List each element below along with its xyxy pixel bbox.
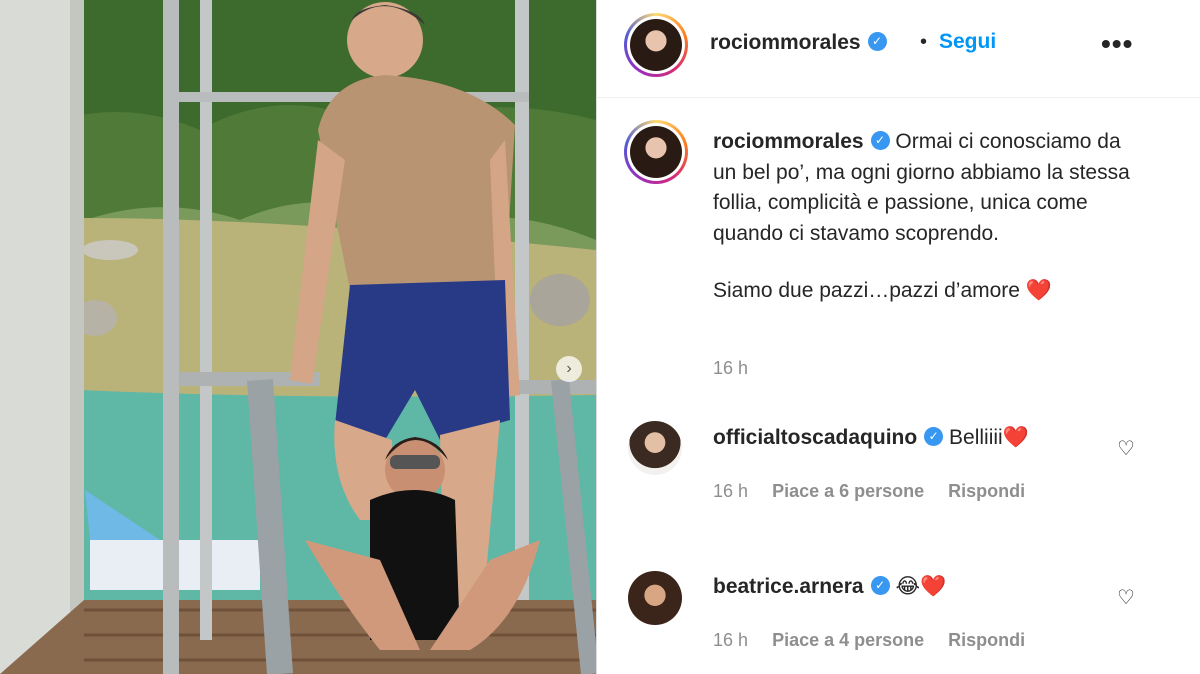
comment-meta: 16 h Piace a 6 persone Rispondi <box>713 481 1044 502</box>
post-photo[interactable]: › <box>0 0 596 674</box>
verified-badge-icon: ✓ <box>867 31 887 51</box>
comment-username[interactable]: officialtoscadaquino <box>713 426 917 449</box>
post-sidebar: rociommorales ✓ • Segui ••• rociommorales… <box>597 0 1200 674</box>
comment-likes[interactable]: Piace a 4 persone <box>772 630 924 650</box>
comment-timestamp[interactable]: 16 h <box>713 630 748 650</box>
comment-emoji: 😂❤️ <box>895 575 947 598</box>
more-options-icon[interactable]: ••• <box>1101 28 1133 60</box>
comment: beatrice.arnera ✓ 😂❤️ <box>713 574 946 599</box>
chevron-right-icon: › <box>566 360 572 377</box>
author-username-link[interactable]: rociommorales <box>710 31 861 54</box>
post-header-username[interactable]: rociommorales ✓ <box>710 31 887 55</box>
reply-button[interactable]: Rispondi <box>948 630 1025 650</box>
heart-outline-icon[interactable]: ♡ <box>1117 585 1135 610</box>
comment: officialtoscadaquino ✓ Belliiii❤️ <box>713 426 1029 450</box>
comment-likes[interactable]: Piace a 6 persone <box>772 481 924 501</box>
commenter-avatar[interactable] <box>628 571 682 625</box>
caption-username[interactable]: rociommorales <box>713 130 864 153</box>
verified-badge-icon: ✓ <box>924 426 944 446</box>
comment-meta: 16 h Piace a 4 persone Rispondi <box>713 630 1044 651</box>
post-caption: rociommorales ✓ Ormai ci conosciamo da un… <box>713 127 1143 307</box>
header-divider <box>597 97 1200 98</box>
carousel-next-icon[interactable]: › <box>556 356 582 382</box>
caption-text-2: Siamo due pazzi…pazzi d’amore <box>713 279 1020 302</box>
heart-outline-icon[interactable]: ♡ <box>1117 436 1135 461</box>
verified-badge-icon: ✓ <box>870 130 890 150</box>
author-avatar[interactable] <box>624 13 688 77</box>
caption-author-avatar[interactable] <box>624 120 688 184</box>
separator-dot: • <box>920 31 928 53</box>
post-timestamp[interactable]: 16 h <box>713 358 748 379</box>
verified-badge-icon: ✓ <box>870 575 890 595</box>
follow-button[interactable]: Segui <box>939 30 996 54</box>
reply-button[interactable]: Rispondi <box>948 481 1025 501</box>
comment-username[interactable]: beatrice.arnera <box>713 575 864 598</box>
comment-text: Belliiii <box>949 426 1003 449</box>
heart-emoji: ❤️ <box>1002 426 1029 449</box>
post-image <box>0 0 596 674</box>
heart-emoji: ❤️ <box>1025 279 1052 302</box>
comment-timestamp[interactable]: 16 h <box>713 481 748 501</box>
commenter-avatar[interactable] <box>628 421 682 475</box>
